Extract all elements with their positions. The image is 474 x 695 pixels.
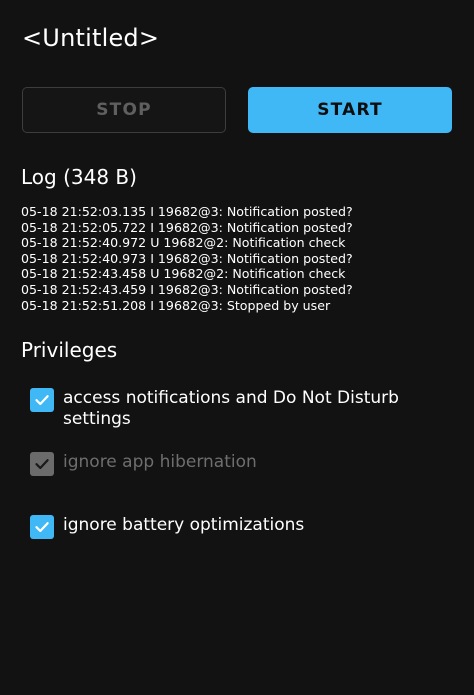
stop-button[interactable]: STOP [22,87,226,133]
checkmark-icon [35,395,49,406]
checkmark-icon [35,522,49,533]
privilege-hibernation-checkbox [30,452,54,476]
stop-button-label: STOP [96,100,152,120]
log-line: 05-18 21:52:43.458 U 19682@2: Notificati… [21,266,346,282]
checkmark-icon [35,459,49,470]
privilege-notifications-label: access notifications and Do Not Disturb … [63,388,399,429]
log-output: 05-18 21:52:03.135 I 19682@3: Notificati… [21,204,461,313]
privilege-notifications-checkbox[interactable] [30,388,54,412]
privilege-hibernation: ignore app hibernation [30,452,433,476]
log-title: Log (348 B) [21,165,137,189]
privileges-title: Privileges [21,338,118,362]
log-line: 05-18 21:52:03.135 I 19682@3: Notificati… [21,204,353,219]
privilege-battery-checkbox[interactable] [30,515,54,539]
log-line: 05-18 21:52:51.208 I 19682@3: Stopped by… [21,297,331,313]
privilege-battery[interactable]: ignore battery optimizations [30,515,433,539]
log-line: 05-18 21:52:40.973 I 19682@3: Notificati… [21,250,353,266]
privilege-battery-label: ignore battery optimizations [63,515,305,535]
log-line: 05-18 21:52:05.722 I 19682@3: Notificati… [21,219,353,235]
start-button-label: START [317,100,383,120]
log-line: 05-18 21:52:43.459 I 19682@3: Notificati… [21,281,353,297]
start-button[interactable]: START [248,87,452,133]
app-title: <Untitled> [22,24,160,52]
privilege-notifications[interactable]: access notifications and Do Not Disturb … [30,388,433,430]
log-line: 05-18 21:52:40.972 U 19682@2: Notificati… [21,235,346,251]
privilege-hibernation-label: ignore app hibernation [63,452,257,472]
